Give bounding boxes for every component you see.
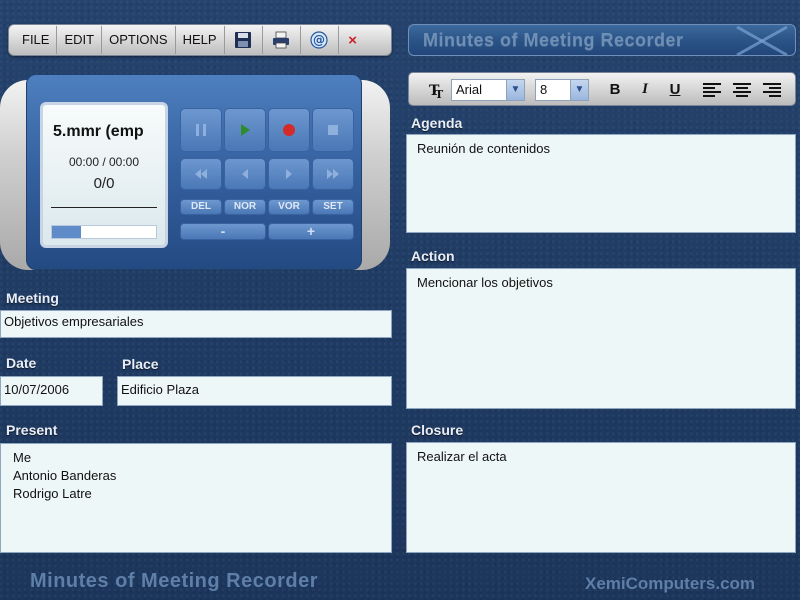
stop-icon (328, 125, 338, 135)
align-left-icon[interactable] (701, 81, 723, 99)
agenda-field[interactable]: Reunión de contenidos (406, 134, 796, 233)
fast-forward-icon (327, 169, 339, 179)
menu-bar: FILE EDIT OPTIONS HELP @ × (8, 24, 392, 56)
volume-up-button[interactable]: + (268, 223, 354, 240)
step-back-icon (242, 169, 248, 179)
player-progress-bar[interactable] (51, 225, 157, 239)
pause-button[interactable] (180, 108, 222, 152)
save-icon (235, 32, 252, 48)
underline-button[interactable]: U (663, 81, 687, 98)
rewind-button[interactable] (180, 158, 222, 190)
set-button[interactable]: SET (312, 199, 354, 215)
align-right-icon[interactable] (761, 81, 783, 99)
chevron-down-icon: ▼ (570, 80, 588, 100)
date-field[interactable]: 10/07/2006 (0, 376, 103, 406)
player-time: 00:00 / 00:00 (68, 155, 140, 169)
player-divider (51, 207, 157, 208)
record-button[interactable] (268, 108, 310, 152)
print-button[interactable] (263, 26, 301, 54)
close-icon: × (348, 31, 357, 49)
meeting-field[interactable]: Objetivos empresariales (0, 310, 392, 338)
present-line: Antonio Banderas (13, 468, 117, 483)
size-value: 8 (540, 82, 548, 97)
pause-icon (196, 124, 206, 136)
save-button[interactable] (225, 26, 263, 54)
step-back-button[interactable] (224, 158, 266, 190)
del-button[interactable]: DEL (180, 199, 222, 215)
menu-help[interactable]: HELP (176, 26, 225, 54)
step-forward-icon (286, 169, 292, 179)
meeting-label: Meeting (6, 290, 59, 306)
step-forward-button[interactable] (268, 158, 310, 190)
svg-text:@: @ (313, 33, 325, 47)
menu-edit[interactable]: EDIT (57, 26, 103, 54)
banner-logo-icon (736, 25, 788, 55)
close-button[interactable]: × (339, 32, 367, 49)
print-icon (273, 31, 290, 49)
chevron-down-icon: ▼ (506, 80, 524, 100)
font-value: Arial (456, 82, 483, 97)
svg-text:T: T (435, 88, 444, 100)
bold-button[interactable]: B (603, 81, 627, 98)
player-count: 0/0 (93, 175, 115, 192)
footer-brand[interactable]: XemiComputers.com (585, 574, 755, 594)
italic-button[interactable]: I (633, 81, 657, 98)
player-progress-fill (52, 226, 82, 238)
rewind-icon (195, 169, 207, 179)
volume-down-button[interactable]: - (180, 223, 266, 240)
agenda-label: Agenda (411, 115, 463, 131)
email-icon: @ (310, 31, 328, 49)
footer-title: Minutes of Meeting Recorder (30, 570, 318, 592)
action-field[interactable]: Mencionar los objetivos (406, 268, 796, 409)
present-label: Present (6, 422, 58, 438)
closure-label: Closure (411, 422, 464, 438)
font-select[interactable]: Arial ▼ (451, 79, 525, 101)
fast-forward-button[interactable] (312, 158, 354, 190)
present-field[interactable]: Me Antonio Banderas Rodrigo Latre (0, 443, 392, 553)
title-banner: Minutes of Meeting Recorder (408, 24, 796, 56)
action-label: Action (411, 248, 455, 264)
record-icon (283, 124, 295, 136)
align-center-icon[interactable] (731, 81, 753, 99)
play-icon (241, 124, 250, 136)
stop-button[interactable] (312, 108, 354, 152)
menu-options[interactable]: OPTIONS (102, 26, 176, 54)
place-field[interactable]: Edificio Plaza (117, 376, 392, 406)
email-button[interactable]: @ (301, 26, 339, 54)
present-line: Me (13, 450, 32, 465)
font-icon: T T (429, 83, 444, 100)
size-select[interactable]: 8 ▼ (535, 79, 589, 101)
date-label: Date (6, 355, 37, 371)
player-filename: 5.mmr (emp (53, 123, 144, 140)
menu-file[interactable]: FILE (15, 26, 58, 54)
place-label: Place (122, 356, 159, 372)
nor-button[interactable]: NOR (224, 199, 266, 215)
player-display: 5.mmr (emp 00:00 / 00:00 0/0 (40, 102, 168, 248)
play-button[interactable] (224, 108, 266, 152)
app-title: Minutes of Meeting Recorder (423, 30, 684, 50)
closure-field[interactable]: Realizar el acta (406, 442, 796, 553)
format-toolbar: T T Arial ▼ 8 ▼ B I U (408, 72, 796, 106)
vor-button[interactable]: VOR (268, 199, 310, 215)
present-line: Rodrigo Latre (13, 486, 92, 501)
